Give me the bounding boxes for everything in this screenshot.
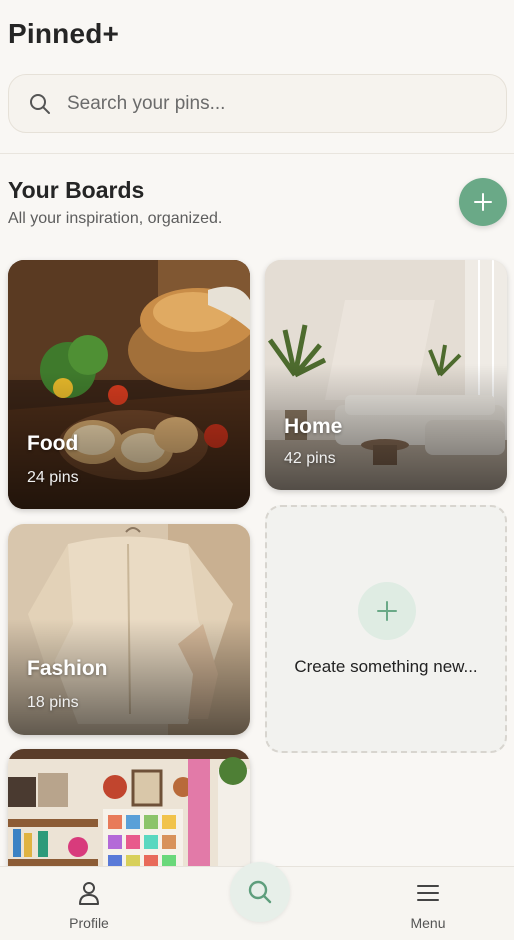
create-board-label: Create something new... <box>294 657 478 676</box>
nav-profile[interactable]: Profile <box>39 867 139 940</box>
nav-menu-label: Menu <box>410 915 446 931</box>
plus-icon <box>376 600 398 622</box>
board-card-home[interactable]: Home 42 pins <box>265 260 507 490</box>
add-board-button[interactable] <box>459 178 507 226</box>
board-title: Fashion <box>27 657 108 680</box>
search-icon <box>247 879 273 905</box>
board-pin-count: 18 pins <box>27 694 79 711</box>
plus-icon <box>473 192 493 212</box>
board-title: Food <box>27 432 79 455</box>
nav-profile-label: Profile <box>69 915 109 931</box>
board-pin-count: 42 pins <box>284 450 336 467</box>
search-input[interactable] <box>67 92 467 115</box>
create-board-card[interactable]: Create something new... <box>265 505 507 753</box>
search-icon <box>29 93 51 115</box>
person-icon <box>76 880 102 906</box>
nav-search-button[interactable] <box>230 862 290 922</box>
hamburger-icon <box>415 880 441 906</box>
section-title: Your Boards <box>8 177 145 203</box>
header-divider <box>0 153 514 154</box>
board-pin-count: 24 pins <box>27 469 79 486</box>
section-subtitle: All your inspiration, organized. <box>8 210 223 227</box>
board-title: Home <box>284 415 343 438</box>
app-screen: Pinned+ Your Boards All your inspiration… <box>0 0 514 940</box>
board-card-food[interactable]: Food 24 pins <box>8 260 250 509</box>
create-plus-button[interactable] <box>358 582 416 640</box>
search-bar[interactable] <box>8 74 507 133</box>
nav-menu[interactable]: Menu <box>378 867 478 940</box>
board-card-fashion[interactable]: Fashion 18 pins <box>8 524 250 735</box>
app-title: Pinned+ <box>8 18 120 49</box>
